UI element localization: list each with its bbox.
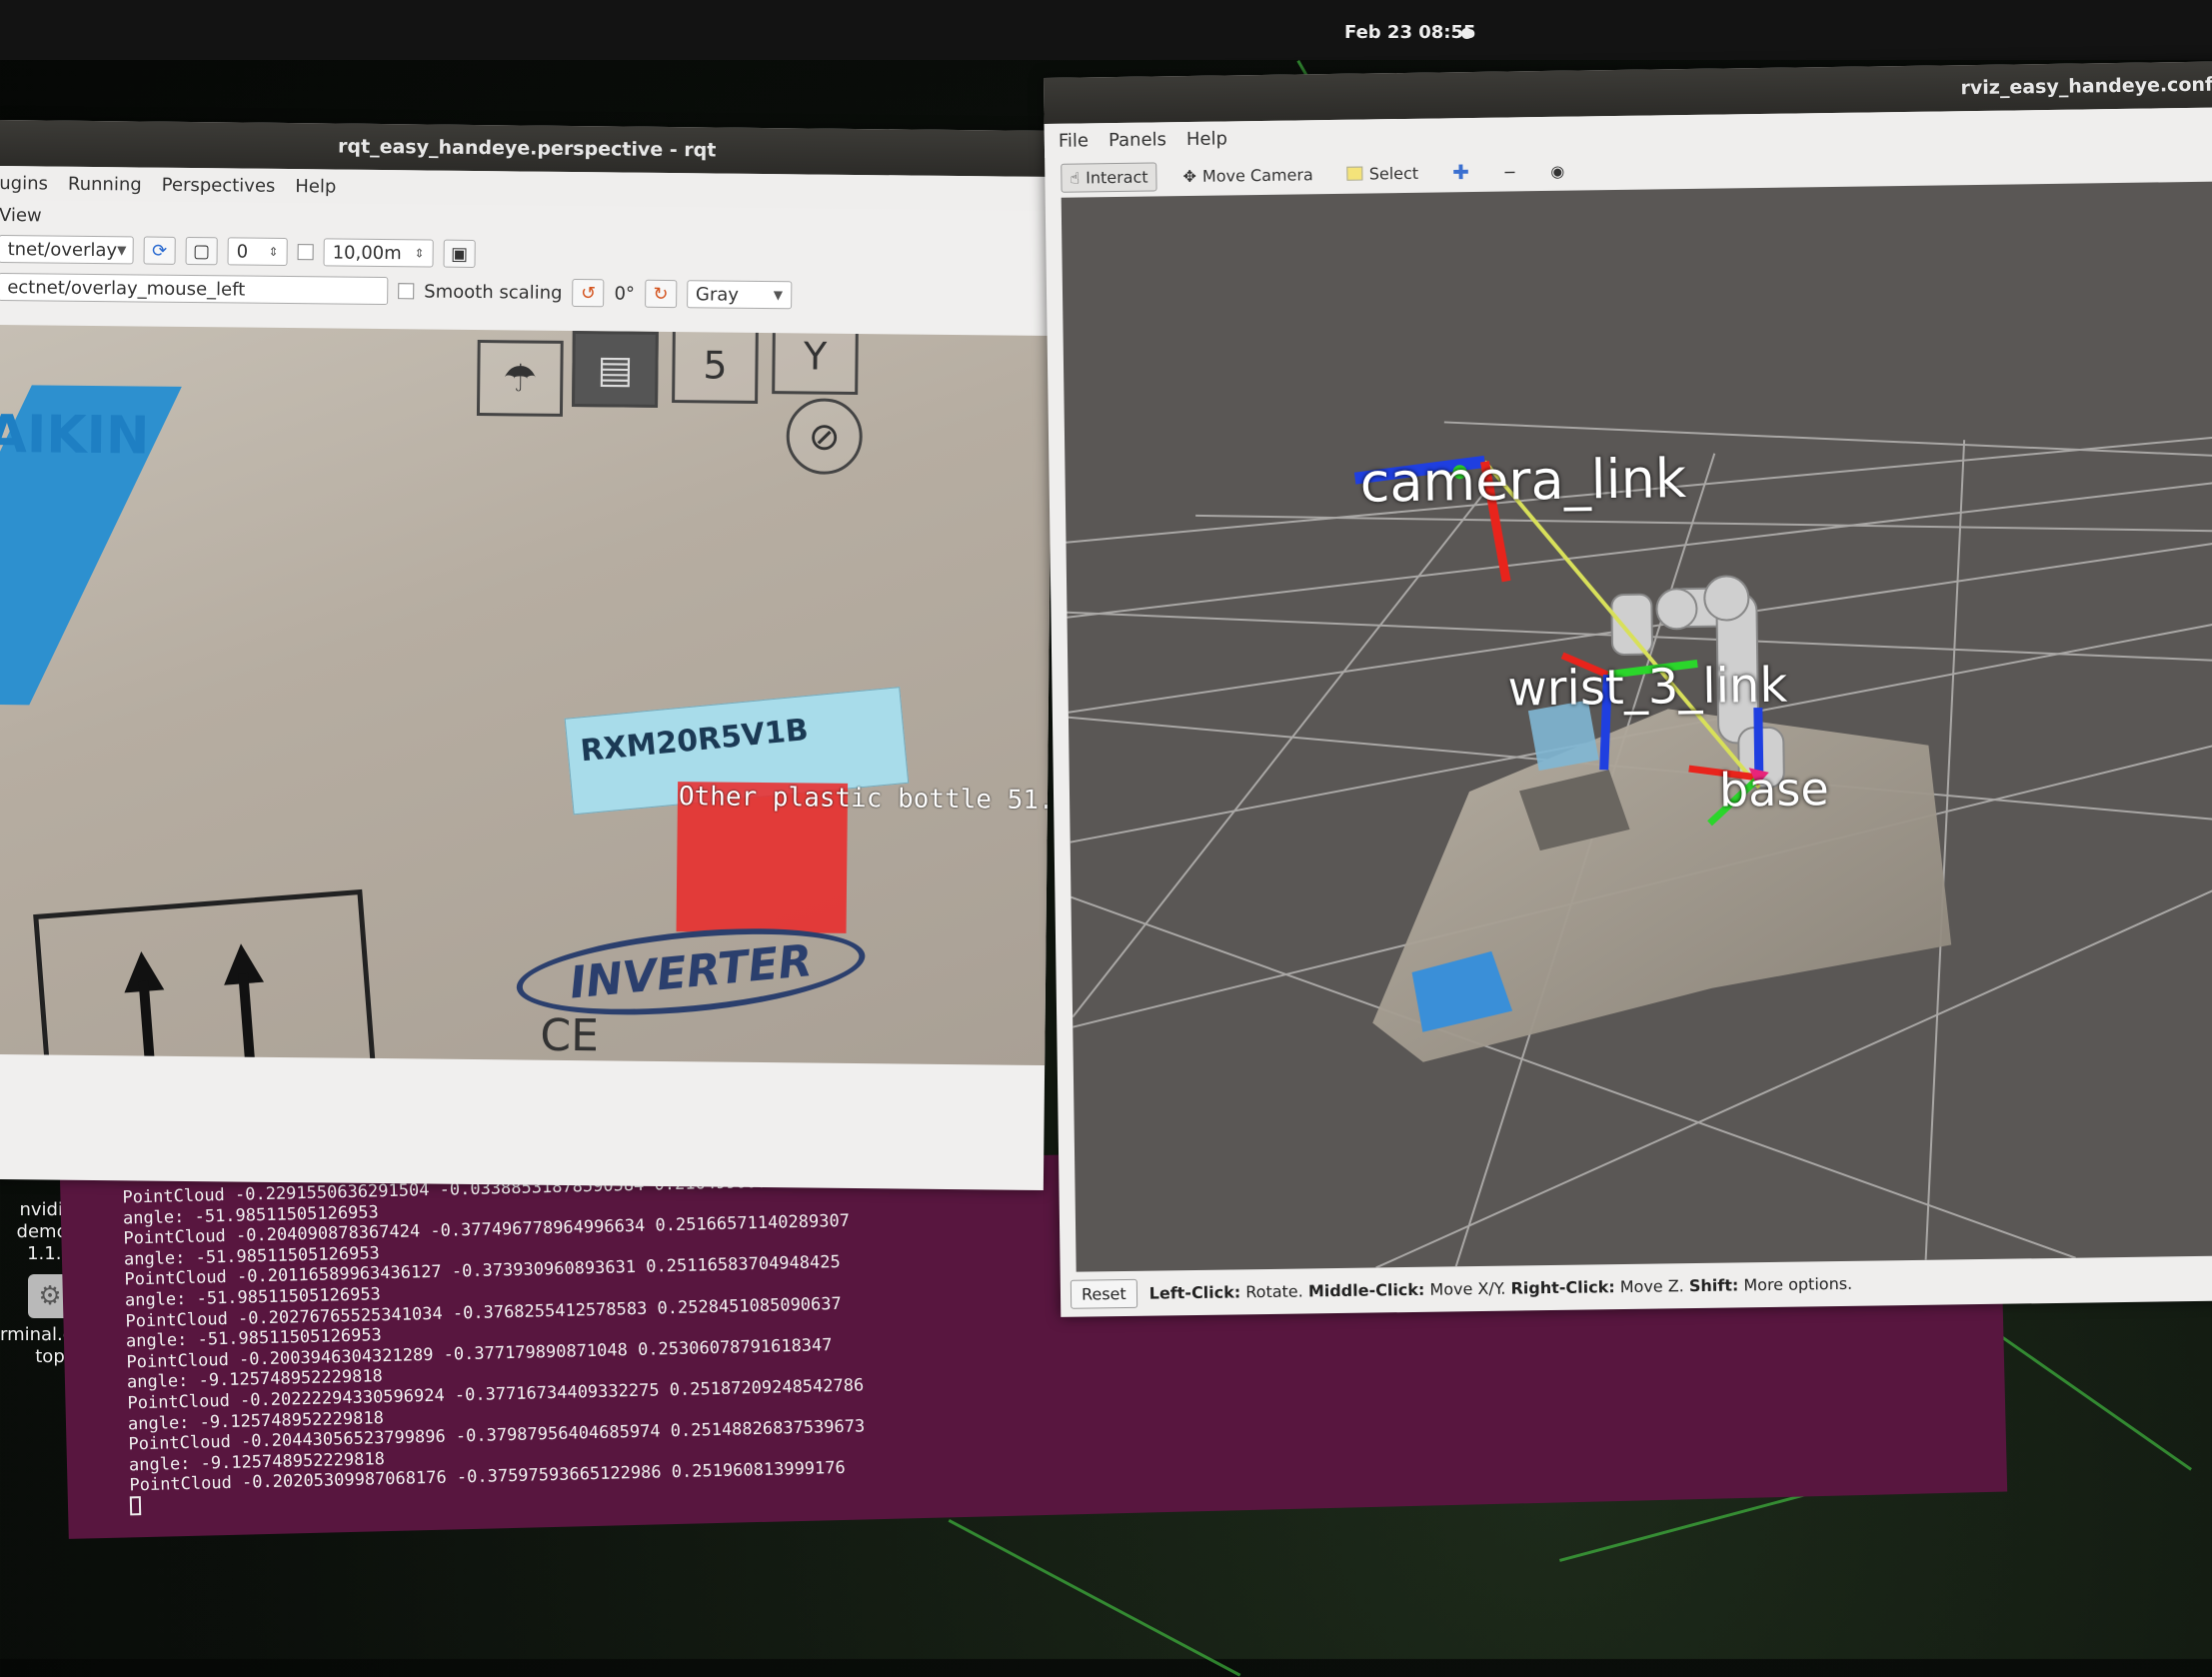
scene-render bbox=[1066, 421, 2212, 1269]
status-dot-icon[interactable] bbox=[1461, 28, 1472, 39]
plus-icon: ✚ bbox=[1451, 160, 1470, 185]
wallpaper-streak bbox=[948, 1519, 1241, 1677]
minus-icon: − bbox=[1502, 161, 1517, 182]
umbrella-icon: ☂ bbox=[476, 340, 564, 417]
spin-value: 0 bbox=[236, 240, 249, 263]
detection-label: Other plastic bottle 51.5 bbox=[678, 782, 1053, 817]
terminal-cursor bbox=[129, 1496, 142, 1516]
stack-limit-icon: 5 bbox=[672, 327, 759, 404]
move-camera-tool-button[interactable]: ✥ Move Camera bbox=[1174, 161, 1321, 190]
zoom-field[interactable]: 10,00m ⇕ bbox=[323, 238, 434, 268]
fragile-icon: ▤ bbox=[572, 331, 659, 408]
box-brand-text: AIKIN bbox=[0, 404, 150, 467]
menu-running[interactable]: Running bbox=[68, 173, 142, 195]
frame-label-base: base bbox=[1718, 762, 1830, 818]
select-label: Select bbox=[1368, 163, 1419, 183]
camera-image-view[interactable]: AIKIN ☂ ▤ 5 Y ⊘ RXM20R5V1B Other plastic… bbox=[0, 324, 1053, 1065]
zoom-value: 10,00m bbox=[332, 241, 402, 264]
reset-button[interactable]: Reset bbox=[1070, 1278, 1137, 1309]
stack-limit-number: 5 bbox=[703, 343, 728, 388]
status-help: Left-Click: Rotate. Middle-Click: Move X… bbox=[1149, 1273, 1853, 1302]
spin-arrows-icon: ⇕ bbox=[268, 244, 279, 259]
select-box-icon bbox=[1346, 166, 1363, 181]
topic-select-value: tnet/overlay bbox=[7, 238, 118, 261]
menu-file[interactable]: File bbox=[1059, 130, 1089, 151]
rotation-value: 0° bbox=[614, 282, 636, 305]
3d-viewport[interactable]: camera_link wrist_3_link base bbox=[1061, 181, 2212, 1272]
remove-tool-button[interactable]: − bbox=[1495, 158, 1525, 185]
spin-arrows-icon: ⇕ bbox=[414, 246, 425, 261]
move-icon: ✥ bbox=[1182, 166, 1197, 186]
smooth-scaling-checkbox[interactable] bbox=[398, 283, 415, 300]
zoom-checkbox[interactable] bbox=[297, 244, 314, 261]
rviz-statusbar: Reset Left-Click: Rotate. Middle-Click: … bbox=[1070, 1266, 1853, 1311]
tool-properties-button[interactable]: ◉ bbox=[1542, 157, 1572, 184]
ce-mark: CE bbox=[540, 1009, 600, 1062]
rviz-window: rviz_easy_handeye.conf File Panels Help … bbox=[1044, 61, 2212, 1317]
wallpaper-streak bbox=[1977, 1319, 2192, 1471]
pause-button[interactable]: ▢ bbox=[185, 236, 218, 266]
rotate-left-button[interactable]: ↺ bbox=[572, 279, 605, 308]
this-way-up-symbol bbox=[33, 888, 379, 1065]
select-tool-button[interactable]: Select bbox=[1339, 159, 1427, 187]
inverter-text: INVERTER bbox=[567, 934, 815, 1009]
right-click-desc: Move Z. bbox=[1619, 1275, 1684, 1296]
topic-select[interactable]: tnet/overlay ▼ bbox=[0, 234, 134, 265]
menu-perspectives[interactable]: Perspectives bbox=[162, 174, 276, 196]
eye-icon: ◉ bbox=[1550, 161, 1565, 181]
color-mode-value: Gray bbox=[695, 283, 740, 306]
mouse-topic-field[interactable]: ectnet/overlay_mouse_left bbox=[0, 272, 389, 306]
interact-label: Interact bbox=[1086, 167, 1148, 187]
view-label[interactable]: View bbox=[0, 204, 42, 225]
menu-panels[interactable]: Panels bbox=[1108, 129, 1166, 151]
chevron-down-icon: ▼ bbox=[117, 243, 127, 258]
window-title: rviz_easy_handeye.conf bbox=[1960, 73, 2212, 100]
glass-icon: Y bbox=[772, 324, 859, 396]
color-mode-select[interactable]: Gray ▼ bbox=[686, 280, 793, 310]
add-tool-button[interactable]: ✚ bbox=[1444, 156, 1477, 188]
rotate-right-button[interactable]: ↻ bbox=[644, 279, 678, 309]
right-click-key: Right-Click: bbox=[1510, 1276, 1615, 1298]
menu-plugins[interactable]: ugins bbox=[0, 172, 48, 194]
menu-help[interactable]: Help bbox=[295, 176, 336, 197]
move-camera-label: Move Camera bbox=[1201, 164, 1313, 186]
top-bar: Feb 23 08:55 bbox=[0, 0, 2212, 60]
box-code: RXM20R5V1B bbox=[579, 712, 811, 770]
interact-tool-button[interactable]: ☝ Interact bbox=[1061, 161, 1157, 193]
frame-label-camera: camera_link bbox=[1359, 447, 1687, 515]
window-title: rqt_easy_handeye.perspective - rqt bbox=[337, 135, 717, 162]
hand-icon: ☝ bbox=[1070, 168, 1081, 188]
menu-help[interactable]: Help bbox=[1186, 128, 1227, 150]
left-click-desc: Rotate. bbox=[1245, 1280, 1303, 1301]
spin-value-field[interactable]: 0 ⇕ bbox=[227, 237, 288, 267]
shift-key: Shift: bbox=[1688, 1274, 1739, 1295]
clock[interactable]: Feb 23 08:55 bbox=[1344, 22, 1476, 43]
refresh-button[interactable]: ⟳ bbox=[143, 236, 176, 265]
middle-click-desc: Move X/Y. bbox=[1429, 1278, 1506, 1299]
rqt-window: rqt_easy_handeye.perspective - rqt ugins… bbox=[0, 120, 1055, 1190]
no-clamp-icon: ⊘ bbox=[786, 398, 864, 476]
shift-desc: More options. bbox=[1743, 1273, 1853, 1294]
chevron-down-icon: ▼ bbox=[773, 288, 784, 303]
mouse-topic-value: ectnet/overlay_mouse_left bbox=[7, 276, 246, 301]
smooth-scaling-label: Smooth scaling bbox=[424, 280, 563, 304]
save-image-button[interactable]: ▣ bbox=[443, 239, 476, 268]
middle-click-key: Middle-Click: bbox=[1307, 1279, 1425, 1300]
left-click-key: Left-Click: bbox=[1148, 1281, 1241, 1303]
frame-label-wrist: wrist_3_link bbox=[1507, 657, 1788, 718]
